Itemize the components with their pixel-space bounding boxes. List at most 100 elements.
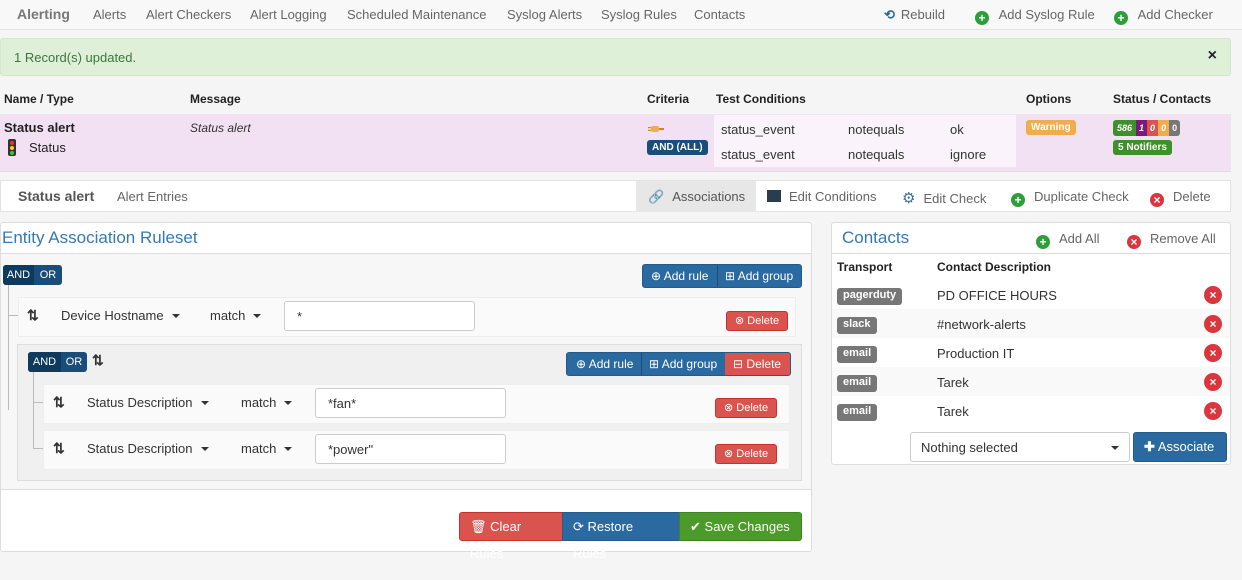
contact-description: Tarek — [937, 375, 969, 390]
remove-circle-icon: ⊗ — [724, 448, 734, 460]
rule-value-input[interactable]: *fan* — [315, 388, 506, 418]
nav-alert-logging[interactable]: Alert Logging — [250, 7, 327, 22]
root-and-or-toggle[interactable]: AND OR — [3, 265, 62, 285]
nav-alerts[interactable]: Alerts — [93, 7, 126, 22]
remove-all-button[interactable]: × Remove All — [1127, 231, 1216, 249]
delete-label: Delete — [747, 315, 780, 327]
associate-button[interactable]: ✚ Associate — [1133, 432, 1227, 462]
add-group-button[interactable]: ⊞ Add group — [725, 265, 793, 287]
tab-associations-label: Associations — [672, 189, 746, 204]
group-button-group: ⊕ Add rule ⊞ Add group ⊟ Delete — [566, 352, 791, 376]
tab-alert-entries[interactable]: Alert Entries — [117, 189, 188, 204]
delete-rule-button[interactable]: ⊗ Delete — [715, 444, 778, 464]
col-status-contacts: Status / Contacts — [1113, 92, 1212, 106]
add-all-label: Add All — [1059, 231, 1100, 246]
count-critical: 1 — [1136, 120, 1148, 136]
delete-group-button[interactable]: ⊟ Delete — [725, 353, 790, 375]
sort-icon[interactable]: ⇅ — [92, 352, 104, 369]
cond-field: status_event — [721, 147, 795, 162]
remove-circle-icon: ⊗ — [735, 315, 745, 327]
alert-name[interactable]: Status alert — [4, 120, 75, 135]
tab-associations[interactable]: 🔗 Associations — [648, 189, 745, 205]
top-navbar: Alerting Alerts Alert Checkers Alert Log… — [0, 0, 1242, 30]
root-button-group: ⊕ Add rule ⊞ Add group — [642, 264, 802, 288]
field-select[interactable]: Device Hostname — [61, 308, 180, 323]
nav-contacts[interactable]: Contacts — [694, 7, 745, 22]
field-select[interactable]: Status Description — [87, 395, 209, 410]
option-warning-badge: Warning — [1026, 120, 1076, 135]
sort-icon[interactable]: ⇅ — [53, 440, 65, 457]
add-rule-button[interactable]: ⊕ Add rule — [576, 353, 633, 375]
delete-rule-button[interactable]: ⊗ Delete — [715, 398, 778, 418]
remove-contact-icon[interactable]: × — [1204, 402, 1222, 420]
add-rule-button[interactable]: ⊕ Add rule — [651, 265, 708, 287]
and-button[interactable]: AND — [28, 352, 61, 372]
nav-alert-checkers[interactable]: Alert Checkers — [146, 7, 231, 22]
field-select-label: Status Description — [87, 395, 193, 410]
add-syslog-rule-link[interactable]: + Add Syslog Rule — [975, 7, 1095, 25]
check-icon: ✔ — [690, 519, 701, 534]
rebuild-label: Rebuild — [900, 7, 945, 22]
remove-circle-icon: ⊗ — [724, 402, 734, 414]
remove-contact-icon[interactable]: × — [1204, 315, 1222, 333]
clear-rules-button[interactable]: 🗑 Clear Rules — [459, 512, 563, 561]
plus-circle-icon: + — [975, 11, 989, 25]
associate-label: Associate — [1157, 439, 1215, 454]
tab-edit-check[interactable]: ⚙ Edit Check — [902, 189, 986, 207]
cond-op: notequals — [848, 147, 905, 162]
traffic-light-icon — [8, 139, 16, 156]
criteria-badge: AND (ALL) — [647, 140, 708, 155]
or-button[interactable]: OR — [34, 265, 62, 285]
nav-scheduled-maintenance[interactable]: Scheduled Maintenance — [347, 7, 487, 22]
operator-select-label: match — [210, 308, 246, 323]
save-changes-button[interactable]: ✔ Save Changes — [679, 512, 802, 541]
remove-contact-icon[interactable]: × — [1204, 344, 1222, 362]
plus-square-icon: ⊞ — [725, 269, 736, 283]
col-test-conditions: Test Conditions — [716, 92, 806, 106]
contact-description: PD OFFICE HOURS — [937, 288, 1057, 303]
restore-rules-button[interactable]: ⟳ Restore Rules — [562, 512, 680, 561]
remove-contact-icon[interactable]: × — [1204, 286, 1222, 304]
rule-value-input[interactable]: * — [284, 301, 475, 331]
sort-icon[interactable]: ⇅ — [27, 307, 39, 324]
contact-description: #network-alerts — [937, 317, 1026, 332]
alert-message-text: Status alert — [190, 121, 251, 135]
contact-select-label: Nothing selected — [921, 440, 1018, 455]
brand[interactable]: Alerting — [17, 6, 70, 22]
plus-square-icon: ⊞ — [649, 357, 660, 371]
operator-select[interactable]: match — [241, 441, 293, 456]
tab-edit-conditions[interactable]: Edit Conditions — [767, 189, 876, 204]
subnav-title: Status alert — [18, 188, 95, 204]
status-counts: 586 1 0 0 0 — [1113, 120, 1181, 136]
operator-select[interactable]: match — [241, 395, 293, 410]
cond-value: ignore — [950, 147, 987, 162]
notifiers-badge: 5 Notifiers — [1113, 140, 1172, 155]
nav-syslog-rules[interactable]: Syslog Rules — [601, 7, 677, 22]
tab-duplicate-check[interactable]: + Duplicate Check — [1011, 189, 1129, 207]
tab-delete[interactable]: × Delete — [1150, 189, 1211, 207]
delete-rule-button[interactable]: ⊗ Delete — [726, 311, 789, 331]
transport-badge: email — [837, 375, 878, 392]
transport-badge: email — [837, 404, 878, 421]
minus-square-icon: ⊟ — [733, 357, 744, 371]
add-group-button[interactable]: ⊞ Add group — [649, 353, 717, 375]
success-alert: 1 Record(s) updated. × — [0, 38, 1231, 76]
add-all-button[interactable]: + Add All — [1036, 231, 1099, 249]
sort-icon[interactable]: ⇅ — [53, 394, 65, 411]
or-button[interactable]: OR — [61, 352, 87, 372]
rebuild-link[interactable]: ⟲ Rebuild — [884, 7, 945, 23]
add-checker-link[interactable]: + Add Checker — [1114, 7, 1213, 25]
close-icon[interactable]: × — [1208, 47, 1217, 65]
operator-select[interactable]: match — [210, 308, 262, 323]
count-error: 0 — [1147, 120, 1159, 136]
contact-select[interactable]: Nothing selected — [910, 432, 1130, 462]
edit-check-label: Edit Check — [923, 191, 987, 206]
remove-all-label: Remove All — [1150, 231, 1216, 246]
nav-syslog-alerts[interactable]: Syslog Alerts — [507, 7, 582, 22]
remove-contact-icon[interactable]: × — [1204, 373, 1222, 391]
rule-value-input[interactable]: *power" — [315, 434, 506, 464]
and-button[interactable]: AND — [3, 265, 34, 285]
group-and-or-toggle[interactable]: AND OR — [28, 352, 87, 372]
field-select[interactable]: Status Description — [87, 441, 209, 456]
col-name-type: Name / Type — [4, 92, 74, 106]
